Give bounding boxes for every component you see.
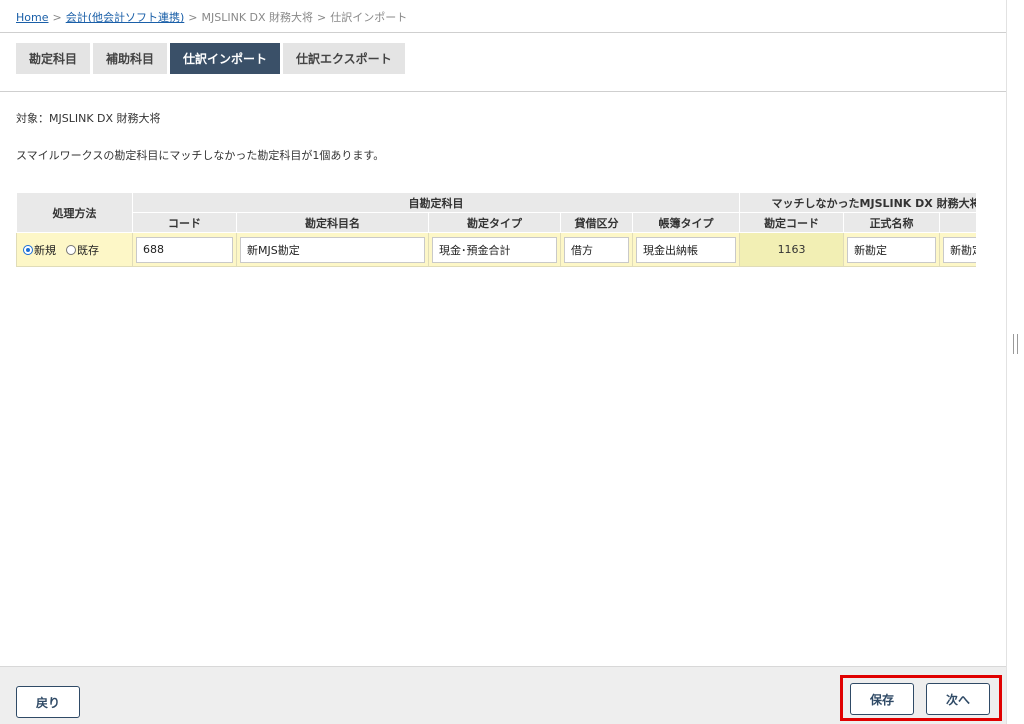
header-process-method: 処理方法 <box>16 192 133 233</box>
column-header-official-name: 正式名称 <box>843 212 941 233</box>
header-divider <box>0 32 1006 33</box>
account-name-input[interactable]: 新MJS勘定 <box>240 236 425 263</box>
code-cell: 688 <box>132 232 237 267</box>
target-label: 対象：MJSLINK DX 財務大将 <box>16 112 161 125</box>
column-header-abbreviation: 略称 <box>939 212 976 233</box>
account-type-cell: 現金･預金合計 <box>428 232 561 267</box>
breadcrumb-home-link[interactable]: Home <box>16 11 48 24</box>
account-code-value: 1163 <box>739 232 845 267</box>
tab-sub-accounts[interactable]: 補助科目 <box>93 43 168 74</box>
header-own-account-group: 自勘定科目 <box>131 192 741 213</box>
radio-existing[interactable] <box>66 244 76 255</box>
scrollbar[interactable] <box>1006 0 1024 724</box>
header-unmatched-group: マッチしなかったMJSLINK DX 財務大将勘定科目 <box>739 192 976 213</box>
column-header-book-type: 帳簿タイプ <box>631 212 741 233</box>
account-type-select[interactable]: 現金･預金合計 <box>432 236 557 263</box>
breadcrumb-accounting-link[interactable]: 会計(他会計ソフト連携) <box>66 11 185 24</box>
unmatched-message: スマイルワークスの勘定科目にマッチしなかった勘定科目が1個あります。 <box>16 149 385 162</box>
mapping-table-container[interactable]: 処理方法 自勘定科目 マッチしなかったMJSLINK DX 財務大将勘定科目 コ… <box>16 192 976 268</box>
mapping-table: 処理方法 自勘定科目 マッチしなかったMJSLINK DX 財務大将勘定科目 コ… <box>16 192 976 267</box>
breadcrumb-current: 仕訳インポート <box>330 11 408 24</box>
table-row: 新規 既存 688 新MJS勘定 現金･預金合計 借方 現金出納帳 1163 新勘… <box>16 232 976 267</box>
official-name-input[interactable]: 新勘定 <box>847 236 937 263</box>
column-header-debit-credit: 貸借区分 <box>560 212 633 233</box>
breadcrumb-software: MJSLINK DX 財務大将 <box>201 11 314 24</box>
code-input[interactable]: 688 <box>136 236 233 263</box>
abbreviation-cell: 新勘定 <box>939 232 976 267</box>
breadcrumb: Home > 会計(他会計ソフト連携) > MJSLINK DX 財務大将 > 仕訳インポー… <box>16 9 407 25</box>
save-button[interactable]: 保存 <box>850 683 914 715</box>
resize-grip-icon[interactable] <box>1013 334 1018 354</box>
radio-existing-label[interactable]: 既存 <box>77 244 99 257</box>
tab-accounts[interactable]: 勘定科目 <box>16 43 91 74</box>
debit-credit-cell: 借方 <box>560 232 633 267</box>
process-method-cell: 新規 既存 <box>16 232 133 267</box>
tab-journal-export[interactable]: 仕訳エクスポート <box>283 43 405 74</box>
column-header-code: コード <box>132 212 237 233</box>
footer-bar: 戻り 保存 次へ <box>0 666 1006 724</box>
back-button[interactable]: 戻り <box>16 686 80 718</box>
book-type-select[interactable]: 現金出納帳 <box>636 236 737 263</box>
abbreviation-input[interactable]: 新勘定 <box>943 236 976 263</box>
debit-credit-select[interactable]: 借方 <box>564 236 629 263</box>
breadcrumb-separator: > <box>317 11 327 24</box>
tab-bar: 勘定科目 補助科目 仕訳インポート 仕訳エクスポート <box>16 43 405 74</box>
breadcrumb-separator: > <box>188 11 198 24</box>
radio-new-label[interactable]: 新規 <box>34 244 56 257</box>
column-header-account-code: 勘定コード <box>739 212 845 233</box>
tabs-divider <box>0 91 1006 92</box>
book-type-cell: 現金出納帳 <box>631 232 741 267</box>
tab-journal-import[interactable]: 仕訳インポート <box>170 43 281 74</box>
column-header-account-name: 勘定科目名 <box>236 212 429 233</box>
breadcrumb-separator: > <box>52 11 62 24</box>
next-button[interactable]: 次へ <box>926 683 990 715</box>
official-name-cell: 新勘定 <box>843 232 941 267</box>
column-header-account-type: 勘定タイプ <box>428 212 561 233</box>
account-name-cell: 新MJS勘定 <box>236 232 429 267</box>
radio-new[interactable] <box>23 244 33 255</box>
